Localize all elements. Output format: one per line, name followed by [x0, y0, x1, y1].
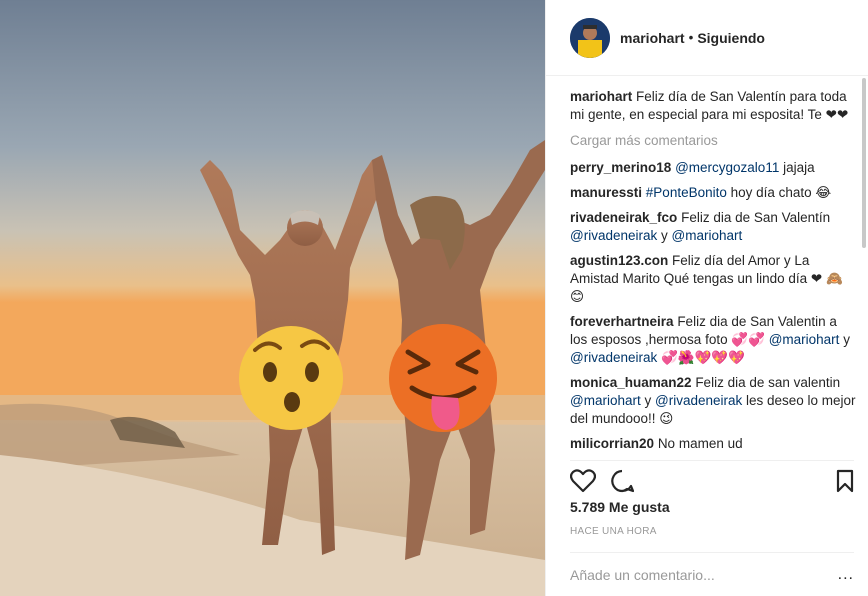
- comment-entries: perry_merino18 @mercygozalo11 jajaja manu…: [570, 159, 856, 452]
- comment-text: y: [839, 332, 850, 347]
- post-sidebar: mariohart • Siguiendo mariohart Feliz dí…: [545, 0, 868, 596]
- mention-link[interactable]: #PonteBonito: [646, 185, 727, 200]
- post-photo[interactable]: [0, 0, 545, 596]
- comment-username[interactable]: agustin123.con: [570, 253, 668, 268]
- beach-sunset-photo: [0, 0, 545, 596]
- surprised-emoji-sticker: [239, 326, 343, 430]
- caption: mariohart Feliz día de San Valentín para…: [570, 88, 856, 124]
- comment-username[interactable]: foreverhartneira: [570, 314, 674, 329]
- comment-username[interactable]: perry_merino18: [570, 160, 671, 175]
- comment-text: No mamen ud: [657, 436, 743, 451]
- post: mariohart • Siguiendo mariohart Feliz dí…: [0, 0, 868, 596]
- mention-link[interactable]: @mercygozalo11: [675, 160, 779, 175]
- avatar[interactable]: [570, 17, 610, 58]
- bookmark-icon[interactable]: [836, 469, 854, 496]
- post-timestamp[interactable]: HACE UNA HORA: [570, 526, 657, 537]
- comment-item: manuressti #PonteBonito hoy día chato 😂: [570, 184, 856, 202]
- comment-text: y: [657, 228, 672, 243]
- comment-text: Feliz dia de San Valentín: [681, 210, 831, 225]
- comment-username[interactable]: rivadeneirak_fco: [570, 210, 677, 225]
- comment-item: agustin123.con Feliz día del Amor y La A…: [570, 252, 856, 306]
- action-bar: [569, 460, 854, 496]
- comment-icon[interactable]: [610, 469, 635, 496]
- post-header: mariohart • Siguiendo: [546, 0, 868, 76]
- comment-username[interactable]: milicorrian20: [570, 436, 654, 451]
- comment-item: milicorrian20 No mamen ud: [570, 435, 856, 452]
- comment-text: y: [640, 393, 655, 408]
- comment-text: hoy día chato 😂: [726, 185, 832, 200]
- caption-username[interactable]: mariohart: [570, 89, 632, 104]
- comment-item: rivadeneirak_fco Feliz dia de San Valent…: [570, 209, 856, 245]
- tongue-out-emoji-sticker: [389, 324, 497, 432]
- follow-status-button[interactable]: Siguiendo: [697, 30, 765, 46]
- comment-item: monica_huaman22 Feliz dia de san valenti…: [570, 374, 856, 428]
- heart-icon[interactable]: [569, 469, 597, 496]
- mention-link[interactable]: @mariohart: [672, 228, 743, 243]
- load-more-comments-button[interactable]: Cargar más comentarios: [570, 132, 856, 150]
- comment-username[interactable]: manuressti: [570, 185, 642, 200]
- comment-text: 💞🌺💖💖💖: [657, 350, 746, 365]
- comment-item: foreverhartneira Feliz dia de San Valent…: [570, 313, 856, 367]
- mention-link[interactable]: @mariohart: [570, 393, 641, 408]
- comments-list: mariohart Feliz día de San Valentín para…: [570, 88, 856, 452]
- comments-scrollbar[interactable]: [862, 78, 866, 248]
- separator-dot: •: [688, 30, 694, 45]
- comment-username[interactable]: monica_huaman22: [570, 375, 692, 390]
- mention-link[interactable]: @rivadeneirak: [570, 228, 657, 243]
- mention-link[interactable]: @rivadeneirak: [570, 350, 657, 365]
- avatar-image: [570, 17, 610, 58]
- add-comment-input[interactable]: Añade un comentario...: [570, 567, 715, 583]
- mention-link[interactable]: @mariohart: [769, 332, 840, 347]
- mention-link[interactable]: @rivadeneirak: [655, 393, 742, 408]
- more-options-button[interactable]: ...: [838, 566, 854, 584]
- comment-text: jajaja: [779, 160, 815, 175]
- comment-text: Feliz dia de san valentin: [695, 375, 841, 390]
- comment-item: perry_merino18 @mercygozalo11 jajaja: [570, 159, 856, 177]
- post-username[interactable]: mariohart: [620, 30, 685, 46]
- likes-count[interactable]: 5.789 Me gusta: [570, 499, 670, 515]
- add-comment-bar: Añade un comentario... ...: [570, 552, 854, 596]
